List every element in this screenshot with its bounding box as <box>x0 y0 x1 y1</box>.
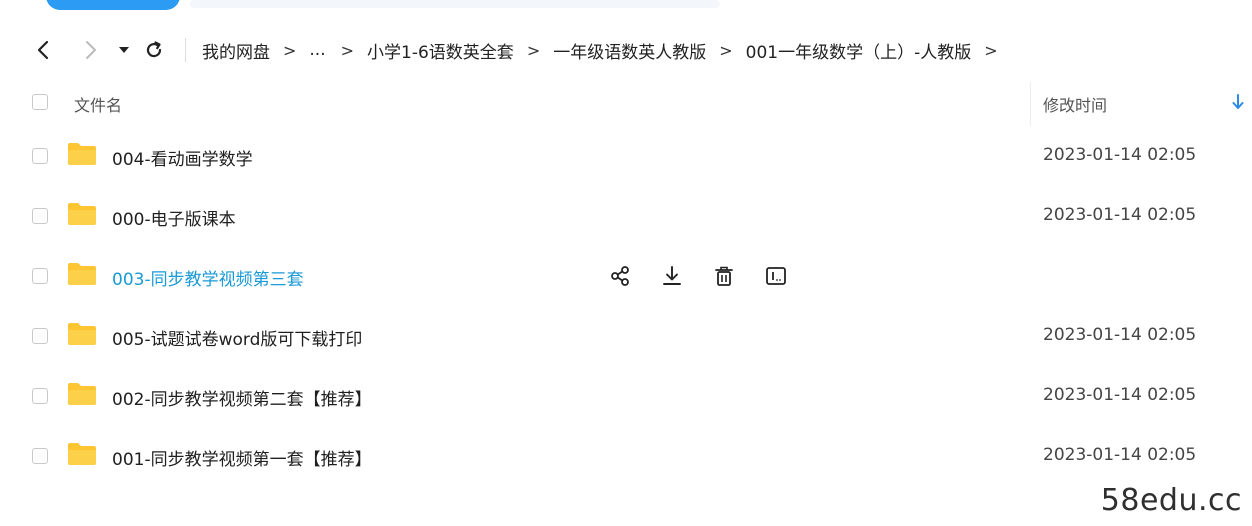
rename-icon <box>766 267 786 285</box>
top-action-button[interactable] <box>46 0 180 10</box>
file-row[interactable]: 004-看动画学数学 2023-01-14 02:05 <box>0 126 1252 186</box>
file-list-header: 文件名 修改时间 <box>0 78 1252 126</box>
file-name[interactable]: 001-同步教学视频第一套【推荐】 <box>112 445 372 470</box>
trash-icon <box>715 266 733 286</box>
row-action-toolbar <box>606 262 790 290</box>
breadcrumb-separator: > <box>283 40 297 60</box>
file-name[interactable]: 004-看动画学数学 <box>112 145 253 170</box>
select-all-checkbox[interactable] <box>32 94 48 110</box>
rename-button[interactable] <box>762 262 790 290</box>
column-divider[interactable] <box>1030 82 1031 126</box>
nav-divider <box>185 38 186 62</box>
file-modified-time: 2023-01-14 02:05 <box>1043 385 1197 405</box>
refresh-button[interactable] <box>140 36 168 64</box>
file-name[interactable]: 005-试题试卷word版可下载打印 <box>112 325 362 350</box>
file-name[interactable]: 000-电子版课本 <box>112 205 236 230</box>
navigation-bar: 我的网盘 > ... > 小学1-6语数英全套 > 一年级语数英人教版 > 00… <box>0 30 1252 70</box>
sort-descending-icon[interactable] <box>1230 92 1246 112</box>
breadcrumb-item-ellipsis[interactable]: ... <box>309 40 325 60</box>
file-modified-time: 2023-01-14 02:05 <box>1043 325 1197 345</box>
chevron-right-icon <box>86 41 96 59</box>
breadcrumb-separator: > <box>526 40 541 60</box>
file-row-hovered[interactable]: 003-同步教学视频第三套 <box>0 246 1252 306</box>
row-checkbox[interactable] <box>32 148 48 164</box>
breadcrumb: 我的网盘 > ... > 小学1-6语数英全套 > 一年级语数英人教版 > 00… <box>202 38 1011 63</box>
folder-icon <box>68 263 96 285</box>
refresh-icon <box>146 41 162 58</box>
row-checkbox[interactable] <box>32 268 48 284</box>
caret-down-icon <box>119 47 129 53</box>
forward-button[interactable] <box>76 36 104 64</box>
row-checkbox[interactable] <box>32 388 48 404</box>
top-toolbar-strip <box>190 0 720 8</box>
folder-icon <box>68 323 96 345</box>
row-checkbox[interactable] <box>32 328 48 344</box>
file-modified-time: 2023-01-14 02:05 <box>1043 205 1197 225</box>
folder-icon <box>68 143 96 165</box>
column-header-name[interactable]: 文件名 <box>74 92 122 116</box>
file-modified-time: 2023-01-14 02:05 <box>1043 145 1197 165</box>
breadcrumb-item-primary-set[interactable]: 小学1-6语数英全套 <box>367 38 514 63</box>
folder-icon <box>68 383 96 405</box>
delete-button[interactable] <box>710 262 738 290</box>
share-icon <box>611 266 629 286</box>
back-button[interactable] <box>30 36 58 64</box>
file-modified-time: 2023-01-14 02:05 <box>1043 445 1197 465</box>
breadcrumb-item-root[interactable]: 我的网盘 <box>202 38 270 63</box>
breadcrumb-separator: > <box>719 40 733 60</box>
file-name[interactable]: 003-同步教学视频第三套 <box>112 265 304 290</box>
watermark: 58edu.cc <box>1100 483 1242 518</box>
download-icon <box>663 266 681 285</box>
file-row[interactable]: 000-电子版课本 2023-01-14 02:05 <box>0 186 1252 246</box>
breadcrumb-item-current[interactable]: 001一年级数学（上）-人教版 <box>746 38 972 63</box>
breadcrumb-item-grade1[interactable]: 一年级语数英人教版 <box>553 38 706 63</box>
file-row[interactable]: 002-同步教学视频第二套【推荐】 2023-01-14 02:05 <box>0 366 1252 426</box>
column-header-modified-time[interactable]: 修改时间 <box>1043 92 1107 116</box>
chevron-left-icon <box>37 40 49 60</box>
folder-icon <box>68 203 96 225</box>
breadcrumb-separator: > <box>340 40 355 60</box>
row-checkbox[interactable] <box>32 448 48 464</box>
file-name[interactable]: 002-同步教学视频第二套【推荐】 <box>112 385 372 410</box>
breadcrumb-separator: > <box>984 40 998 60</box>
row-checkbox[interactable] <box>32 208 48 224</box>
share-button[interactable] <box>606 262 634 290</box>
file-row[interactable]: 001-同步教学视频第一套【推荐】 2023-01-14 02:05 <box>0 426 1252 486</box>
folder-icon <box>68 443 96 465</box>
history-dropdown-button[interactable] <box>110 36 138 64</box>
download-button[interactable] <box>658 262 686 290</box>
file-row[interactable]: 005-试题试卷word版可下载打印 2023-01-14 02:05 <box>0 306 1252 366</box>
